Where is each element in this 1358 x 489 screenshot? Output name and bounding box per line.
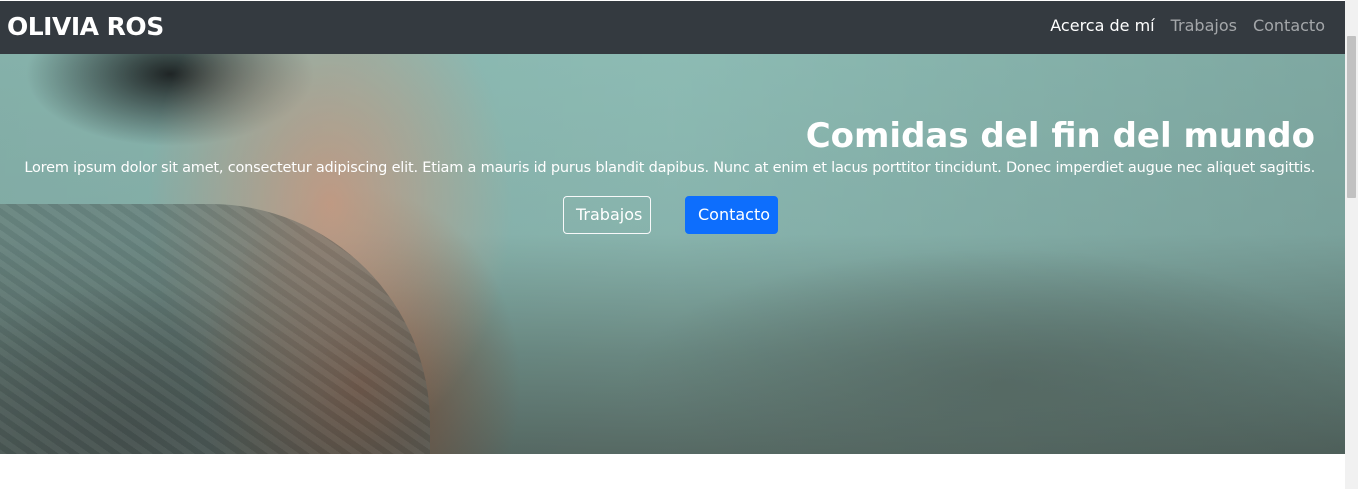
hero-banner: Comidas del fin del mundo Lorem ipsum do… [0, 54, 1345, 454]
hero-overlay [0, 54, 1345, 454]
navbar: OLIVIA ROS Acerca de mí Trabajos Contact… [0, 1, 1345, 54]
hero-description: Lorem ipsum dolor sit amet, consectetur … [24, 160, 1315, 176]
nav-link-works[interactable]: Trabajos [1171, 15, 1237, 37]
scrollbar-thumb[interactable] [1347, 36, 1356, 198]
works-button[interactable]: Trabajos [563, 196, 651, 234]
contact-button[interactable]: Contacto [685, 196, 778, 234]
vertical-scrollbar[interactable] [1345, 0, 1358, 489]
hero-title: Comidas del fin del mundo [805, 116, 1315, 156]
nav-link-contact[interactable]: Contacto [1253, 15, 1325, 37]
page: OLIVIA ROS Acerca de mí Trabajos Contact… [0, 0, 1345, 489]
nav-links: Acerca de mí Trabajos Contacto [1050, 15, 1325, 37]
brand-logo[interactable]: OLIVIA ROS [7, 11, 164, 43]
nav-link-about[interactable]: Acerca de mí [1050, 15, 1154, 37]
